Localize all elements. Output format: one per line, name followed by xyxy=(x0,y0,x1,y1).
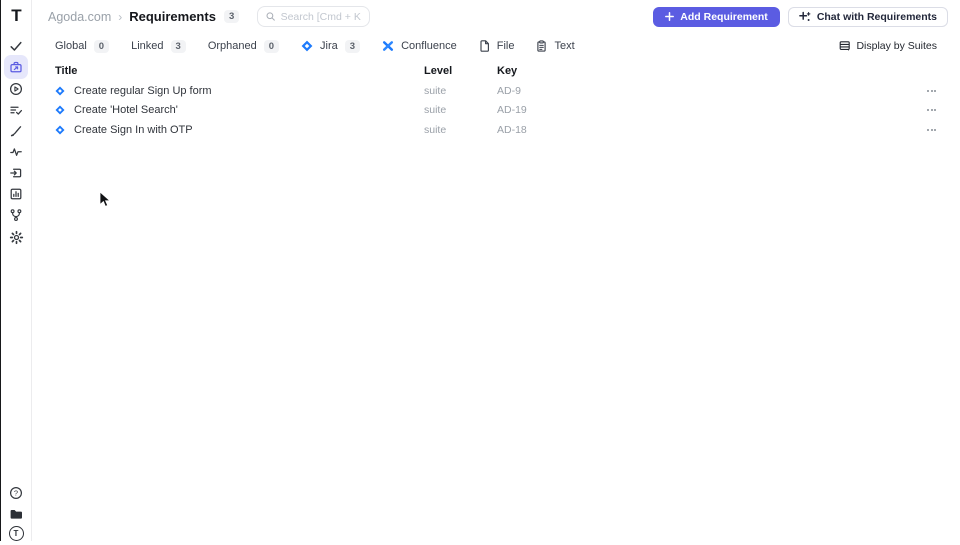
requirement-title: Create regular Sign Up form xyxy=(74,84,212,97)
plus-icon xyxy=(665,12,675,21)
requirement-key: AD-18 xyxy=(497,123,527,136)
breadcrumb-separator: › xyxy=(118,9,123,24)
filter-jira[interactable]: Jira 3 xyxy=(301,39,361,53)
requirement-level: suite xyxy=(424,84,447,97)
confluence-icon xyxy=(383,41,394,51)
requirement-level: suite xyxy=(424,123,447,136)
jira-icon xyxy=(55,86,65,96)
column-title: Title xyxy=(55,65,78,77)
table-row[interactable]: Create Sign In with OTP suite AD-18 xyxy=(32,120,960,140)
table-header: Title Level Key xyxy=(32,62,960,80)
filter-orphaned-count: 0 xyxy=(263,39,280,53)
search-box[interactable] xyxy=(257,6,371,27)
chat-with-requirements-button[interactable]: Chat with Requirements xyxy=(787,6,948,27)
check-icon xyxy=(10,41,22,51)
sidebar-item-integrations[interactable] xyxy=(4,203,28,227)
filter-linked-count: 3 xyxy=(170,39,186,53)
filter-file-label: File xyxy=(496,40,515,52)
filter-orphaned[interactable]: Orphaned 0 xyxy=(207,39,280,53)
jira-icon xyxy=(301,40,313,52)
filter-global-count: 0 xyxy=(93,39,110,53)
sparkles-icon xyxy=(798,11,811,21)
requirement-title: Create 'Hotel Search' xyxy=(74,104,178,117)
top-bar: Agoda.com › Requirements 3 Add Requireme… xyxy=(32,0,960,33)
table-layout-icon xyxy=(840,41,851,51)
activity-icon xyxy=(10,148,22,156)
branch-icon xyxy=(10,209,22,221)
filter-bar: Global 0 Linked 3 Orphaned 0 Jira 3 Conf… xyxy=(32,33,960,59)
filter-confluence[interactable]: Confluence xyxy=(382,40,457,52)
filter-global[interactable]: Global 0 xyxy=(55,39,110,53)
filter-global-label: Global xyxy=(55,40,87,52)
logo-letter: T xyxy=(11,6,21,25)
play-circle-icon xyxy=(9,82,23,96)
mouse-cursor xyxy=(99,191,111,207)
filter-file[interactable]: File xyxy=(479,40,515,52)
filter-text-label: Text xyxy=(554,40,575,52)
brush-icon xyxy=(10,126,22,137)
filter-linked-label: Linked xyxy=(131,40,164,52)
table-row[interactable]: Create regular Sign Up form suite AD-9 xyxy=(32,81,960,101)
requirement-title: Create Sign In with OTP xyxy=(74,123,193,136)
table-row[interactable]: Create 'Hotel Search' suite AD-19 xyxy=(32,101,960,121)
avatar-letter: T xyxy=(8,525,24,541)
user-avatar[interactable]: T xyxy=(4,521,28,545)
jira-icon xyxy=(55,105,65,115)
requirements-briefcase-icon xyxy=(10,61,22,73)
display-by-suites-label: Display by Suites xyxy=(856,40,937,52)
chart-icon xyxy=(10,188,22,200)
requirement-title-cell: Create Sign In with OTP xyxy=(55,124,424,136)
search-input[interactable] xyxy=(280,10,362,23)
filter-text[interactable]: Text xyxy=(536,40,575,52)
chat-with-requirements-label: Chat with Requirements xyxy=(816,10,937,23)
import-icon xyxy=(10,168,22,178)
page-title: Requirements xyxy=(129,9,216,24)
settings-gear-icon xyxy=(9,230,23,244)
filter-orphaned-label: Orphaned xyxy=(207,40,257,52)
display-by-suites-toggle[interactable]: Display by Suites xyxy=(839,40,937,52)
help-icon: ? xyxy=(9,486,23,500)
add-requirement-button[interactable]: Add Requirement xyxy=(653,6,780,27)
filter-jira-count: 3 xyxy=(344,39,361,53)
sidebar: T ? T xyxy=(1,0,32,541)
requirement-key: AD-19 xyxy=(497,104,527,117)
requirement-title-cell: Create regular Sign Up form xyxy=(55,85,424,97)
folder-icon xyxy=(10,510,22,519)
requirements-count-badge: 3 xyxy=(223,10,240,23)
requirement-level: suite xyxy=(424,104,447,117)
sidebar-item-settings[interactable] xyxy=(4,225,28,249)
filter-confluence-label: Confluence xyxy=(401,40,457,52)
column-level: Level xyxy=(424,65,453,77)
list-check-icon xyxy=(10,106,23,115)
requirement-title-cell: Create 'Hotel Search' xyxy=(55,104,424,116)
requirement-key: AD-9 xyxy=(497,84,521,97)
sidebar-item-requirements[interactable] xyxy=(4,55,28,79)
file-icon xyxy=(480,40,489,52)
search-icon xyxy=(266,12,276,21)
add-requirement-label: Add Requirement xyxy=(680,10,768,23)
clipboard-icon xyxy=(537,40,547,52)
svg-text:?: ? xyxy=(14,489,18,498)
breadcrumb-project[interactable]: Agoda.com xyxy=(48,10,111,24)
row-more-menu[interactable] xyxy=(926,126,937,134)
column-key: Key xyxy=(497,65,518,77)
jira-icon xyxy=(55,125,65,135)
row-more-menu[interactable] xyxy=(926,87,937,95)
filter-jira-label: Jira xyxy=(320,40,338,52)
app-logo[interactable]: T xyxy=(4,4,28,28)
table-body: Create regular Sign Up form suite AD-9 C… xyxy=(32,81,960,140)
row-more-menu[interactable] xyxy=(926,106,937,114)
filter-linked[interactable]: Linked 3 xyxy=(131,39,186,53)
